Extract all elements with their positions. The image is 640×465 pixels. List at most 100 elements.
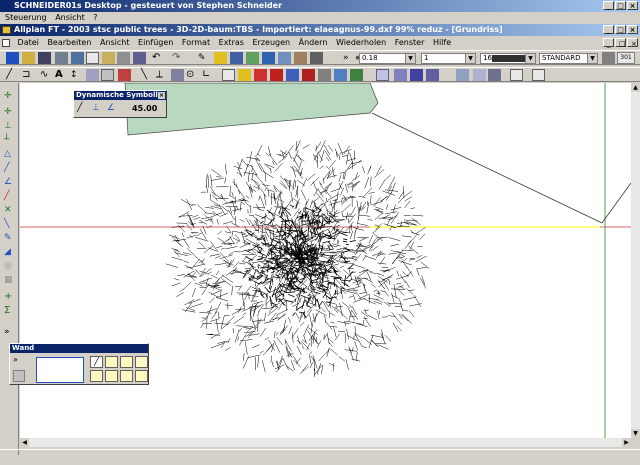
line-type-select[interactable]: 1 ▼ bbox=[421, 53, 476, 64]
dynamic-palette-title-bar[interactable]: Dynamische Symboll... × bbox=[74, 91, 166, 100]
line-icon[interactable]: ╱ bbox=[6, 69, 19, 81]
desktop-menu-help[interactable]: ? bbox=[90, 12, 100, 23]
project-icon[interactable] bbox=[55, 52, 68, 64]
menu-hilfe[interactable]: Hilfe bbox=[430, 37, 454, 48]
menu-wiederholen[interactable]: Wiederholen bbox=[333, 37, 389, 48]
doc-close-button[interactable]: × bbox=[627, 38, 638, 48]
window-icon[interactable] bbox=[270, 69, 283, 81]
fit-view-icon[interactable] bbox=[532, 69, 545, 81]
pen-thickness-select[interactable]: 0.18 ▼ bbox=[359, 53, 416, 64]
midpoint-icon[interactable]: ✛ bbox=[4, 107, 16, 117]
arrow-left-icon[interactable]: ◢ bbox=[4, 247, 16, 257]
view-icon[interactable] bbox=[410, 69, 423, 81]
cube-icon[interactable] bbox=[294, 52, 307, 64]
paste-icon[interactable] bbox=[102, 52, 115, 64]
wall-type-free-icon[interactable] bbox=[135, 370, 148, 382]
desktop-maximize-button[interactable]: □ bbox=[615, 1, 626, 10]
print-preview-icon[interactable] bbox=[133, 52, 146, 64]
hatch-icon[interactable] bbox=[86, 69, 99, 81]
desktop-minimize-button[interactable]: _ bbox=[603, 1, 614, 10]
menu-fenster[interactable]: Fenster bbox=[392, 37, 428, 48]
layout-icon[interactable] bbox=[246, 52, 259, 64]
app-minimize-button[interactable]: _ bbox=[603, 25, 614, 34]
polyline-icon[interactable]: ⊐ bbox=[22, 69, 35, 81]
copy-icon[interactable] bbox=[86, 52, 99, 64]
ortho-tool-icon[interactable]: ⊥ bbox=[92, 103, 100, 113]
view-3d-icon[interactable] bbox=[278, 52, 291, 64]
redo-icon[interactable]: ↷ bbox=[172, 52, 185, 64]
scroll-down-arrow[interactable]: ▼ bbox=[631, 429, 640, 438]
scroll-up-arrow[interactable]: ▲ bbox=[631, 83, 640, 92]
app-close-button[interactable]: × bbox=[627, 25, 638, 34]
save-icon[interactable] bbox=[38, 52, 51, 64]
color-select[interactable]: 16 ▼ bbox=[480, 53, 536, 64]
brush-icon[interactable] bbox=[118, 69, 131, 81]
new-file-icon[interactable] bbox=[6, 52, 19, 64]
perpendicular-icon[interactable]: ┴ bbox=[4, 135, 16, 145]
circle-left-icon[interactable]: ◎ bbox=[4, 261, 16, 271]
drawing-files-icon[interactable] bbox=[71, 52, 84, 64]
elevation-icon[interactable] bbox=[394, 69, 407, 81]
refresh-icon[interactable] bbox=[456, 69, 469, 81]
measure-icon[interactable]: ∟ bbox=[202, 69, 215, 81]
layer-dropdown-icon[interactable]: ▼ bbox=[587, 54, 597, 63]
section-icon[interactable] bbox=[376, 69, 389, 81]
cross-icon[interactable]: ✕ bbox=[4, 205, 16, 215]
menu-bearbeiten[interactable]: Bearbeiten bbox=[44, 37, 94, 48]
layer-icon[interactable] bbox=[230, 52, 243, 64]
undo-icon[interactable]: ↶ bbox=[152, 52, 165, 64]
menu-datei[interactable]: Datei bbox=[15, 37, 42, 48]
wall-type-arc-icon[interactable] bbox=[120, 356, 133, 368]
dynamic-palette-close-button[interactable]: × bbox=[158, 92, 165, 99]
menu-aendern[interactable]: Ändern bbox=[296, 37, 331, 48]
layer-settings-icon[interactable] bbox=[602, 52, 615, 64]
render-icon[interactable] bbox=[426, 69, 439, 81]
diagonal-left-icon[interactable]: ╲ bbox=[4, 219, 16, 229]
scroll-left-arrow[interactable]: ◀ bbox=[20, 438, 29, 447]
symbol-icon[interactable] bbox=[101, 69, 114, 81]
angle-tool-icon[interactable]: ∠ bbox=[107, 103, 115, 113]
menu-ansicht[interactable]: Ansicht bbox=[97, 37, 133, 48]
sum-icon[interactable]: Σ bbox=[4, 305, 16, 316]
roof-icon[interactable] bbox=[318, 69, 331, 81]
doc-restore-button[interactable]: □ bbox=[615, 38, 626, 48]
app-maximize-button[interactable]: □ bbox=[615, 25, 626, 34]
wand-palette-title-bar[interactable]: Wand bbox=[10, 344, 148, 353]
doc-minimize-button[interactable]: _ bbox=[603, 38, 614, 48]
plus-icon[interactable]: + bbox=[4, 291, 16, 302]
window-list-icon[interactable] bbox=[510, 69, 523, 81]
wall-icon[interactable] bbox=[222, 69, 235, 81]
line-tool-icon[interactable]: ╱ bbox=[77, 103, 82, 113]
line-type-dropdown-icon[interactable]: ▼ bbox=[465, 54, 475, 63]
open-file-icon[interactable] bbox=[22, 52, 35, 64]
curve-icon[interactable]: ∿ bbox=[40, 69, 53, 81]
layer-select[interactable]: STANDARD ▼ bbox=[539, 53, 598, 64]
desktop-close-button[interactable]: × bbox=[627, 1, 638, 10]
dynamic-toolbar-palette[interactable]: Dynamische Symboll... × ╱ ⊥ ∠ 45.00 bbox=[73, 90, 167, 118]
wall-type-polygon-icon[interactable] bbox=[120, 370, 133, 382]
text-icon[interactable]: A bbox=[55, 69, 68, 81]
wand-tab-icon[interactable]: » bbox=[13, 355, 25, 367]
pen-thickness-dropdown-icon[interactable]: ▼ bbox=[405, 54, 415, 63]
angle-icon[interactable]: ∠ bbox=[4, 177, 16, 187]
wall-type-curve-icon[interactable] bbox=[90, 370, 103, 382]
wall-properties-icon[interactable] bbox=[36, 357, 84, 383]
wall-type-line-icon[interactable]: ╱ bbox=[90, 356, 103, 368]
menu-extras[interactable]: Extras bbox=[216, 37, 247, 48]
shape-icon[interactable] bbox=[171, 69, 184, 81]
grid-icon[interactable] bbox=[473, 69, 486, 81]
ruler-icon[interactable] bbox=[214, 52, 227, 64]
export-icon[interactable] bbox=[262, 52, 275, 64]
objects-icon[interactable] bbox=[310, 52, 323, 64]
column-icon[interactable] bbox=[238, 69, 251, 81]
zoom-icon[interactable]: ⊙ bbox=[186, 69, 199, 81]
wand-pick-icon[interactable] bbox=[13, 370, 25, 382]
line-left-icon[interactable]: ╱ bbox=[4, 191, 16, 201]
room-icon[interactable] bbox=[334, 69, 347, 81]
snap-icon[interactable] bbox=[488, 69, 501, 81]
wall-type-spline-icon[interactable] bbox=[105, 370, 118, 382]
pencil-left-icon[interactable]: ✎ bbox=[4, 233, 16, 243]
dimension-icon[interactable]: ↕ bbox=[70, 69, 83, 81]
angle-value[interactable]: 45.00 bbox=[132, 104, 157, 113]
desktop-menu-ansicht[interactable]: Ansicht bbox=[52, 12, 88, 23]
